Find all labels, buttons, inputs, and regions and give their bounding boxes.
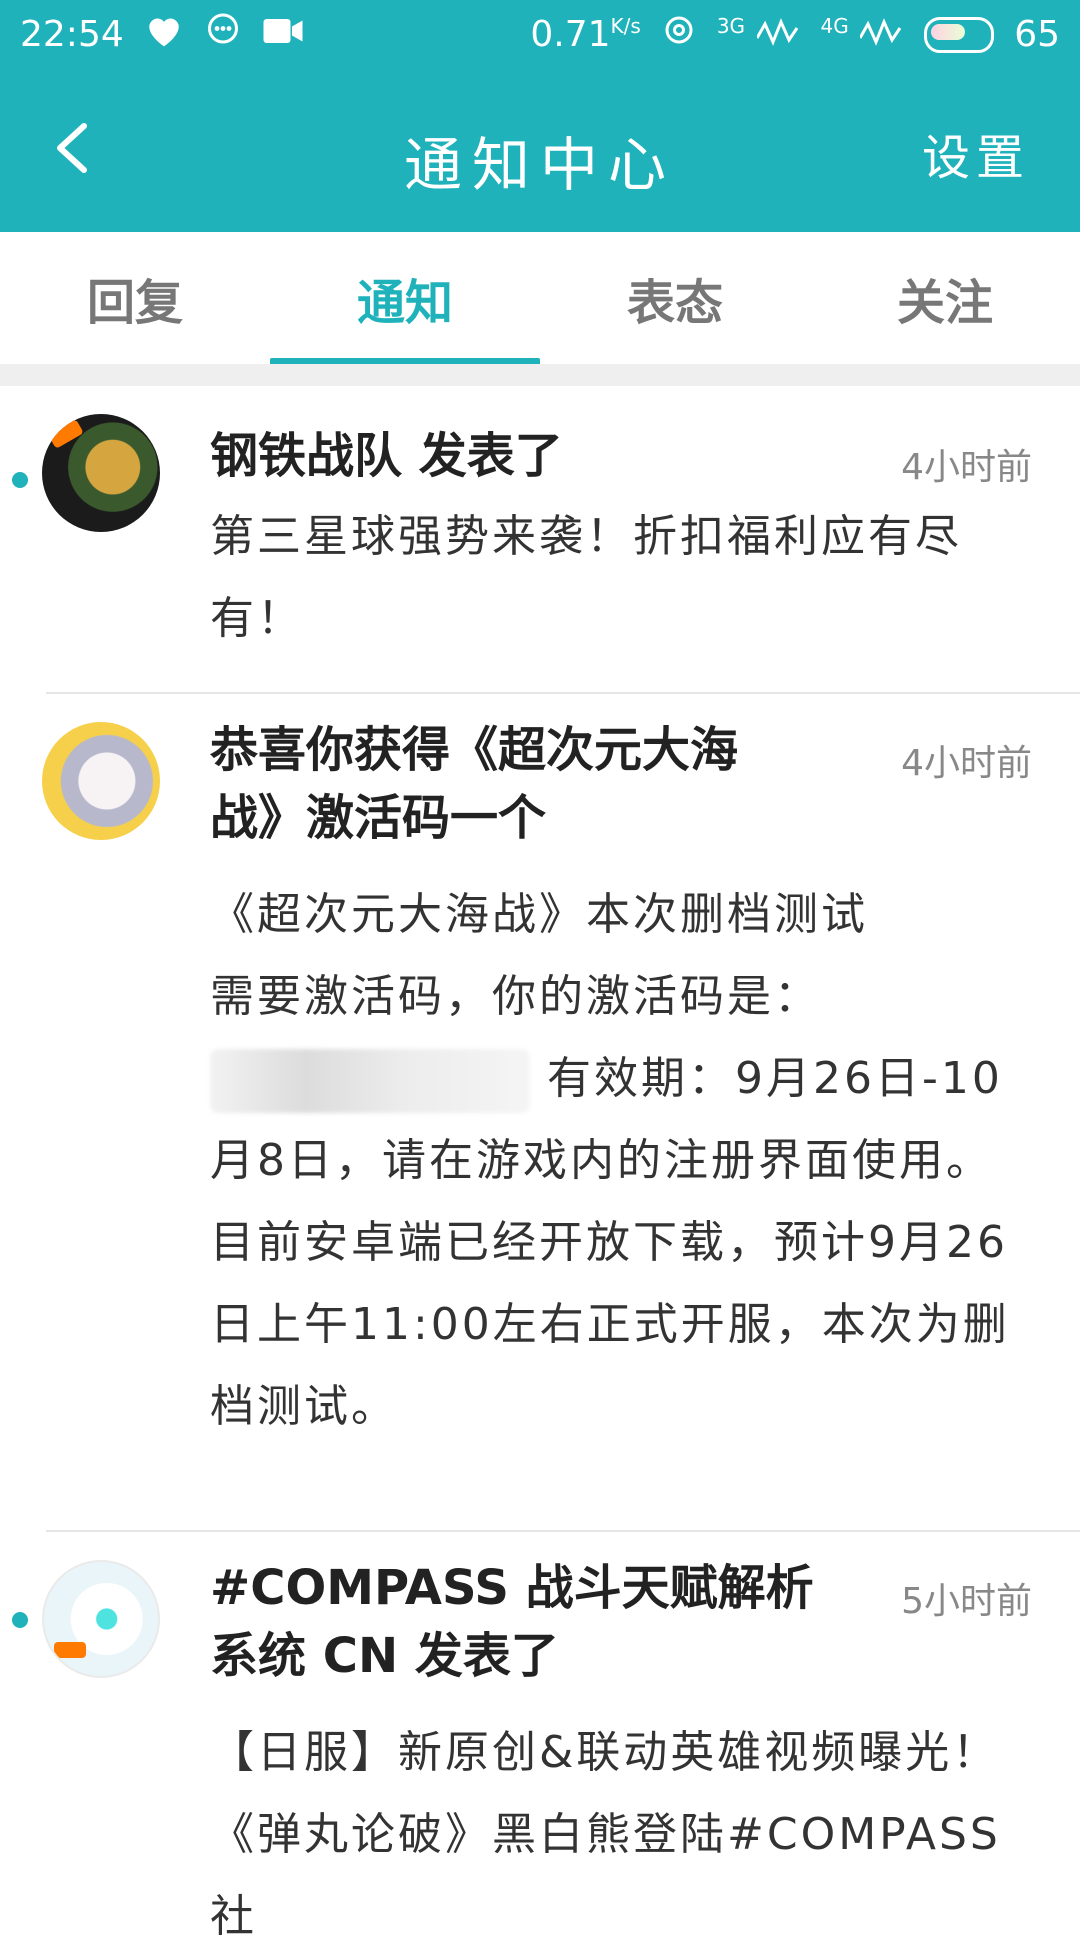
heart-icon (144, 12, 184, 57)
redacted-code (210, 1049, 530, 1113)
notification-item[interactable]: 4小时前 恭喜你获得《超次元大海战》激活码一个 《超次元大海战》本次删档测试 需… (0, 694, 1080, 1530)
tab-bar: 回复 通知 表态 关注 (0, 232, 1080, 366)
tab-divider (0, 364, 1080, 386)
tab-notice[interactable]: 通知 (270, 232, 540, 366)
network-speed: 0.71K/s (530, 14, 640, 55)
body-line: 有效期：9月26日-10月8日，请在游戏内的注册界面使用。 (210, 1038, 1040, 1202)
timestamp: 4小时前 (901, 447, 1032, 488)
signal-wave-icon-2 (858, 18, 902, 46)
unread-dot (12, 1612, 28, 1628)
signal-wave-icon (755, 18, 798, 46)
badge-icon (48, 419, 84, 449)
speed-value: 0.71 (530, 14, 611, 55)
settings-button[interactable]: 设置 (922, 118, 1030, 188)
avatar[interactable] (42, 1560, 160, 1678)
status-left: 22:54 (20, 12, 304, 57)
avatar[interactable] (42, 414, 160, 532)
body-line: 目前安卓端已经开放下载，预计9月26日上午11:00左右正式开服，本次为删档测试… (210, 1217, 1010, 1432)
signal-4g: 4G (821, 14, 905, 55)
unread-dot (12, 472, 28, 488)
signal-3g: 3G (717, 14, 801, 55)
timestamp: 5小时前 (901, 1581, 1032, 1622)
tab-reaction[interactable]: 表态 (540, 232, 810, 364)
notification-body: 《超次元大海战》本次删档测试 需要激活码，你的激活码是： 有效期：9月26日-1… (210, 852, 1040, 1448)
battery-icon (924, 16, 995, 53)
timestamp: 4小时前 (901, 743, 1032, 784)
notification-item[interactable]: 5小时前 #COMPASS 战斗天赋解析系统 CN 发表了 【日服】新原创&联动… (0, 1532, 1080, 1952)
notification-body: 【日服】新原创&联动英雄视频曝光！《弹丸论破》黑白熊登陆#COMPASS社 (210, 1727, 1001, 1942)
notification-item[interactable]: 4小时前 钢铁战队 发表了 第三星球强势来袭！折扣福利应有尽有！ (0, 386, 1080, 692)
battery-level: 65 (1014, 14, 1060, 55)
signal-3g-label: 3G (716, 14, 746, 38)
status-time: 22:54 (20, 14, 124, 55)
chat-bubble-icon (204, 12, 242, 57)
notification-list: 4小时前 钢铁战队 发表了 第三星球强势来袭！折扣福利应有尽有！ 4小时前 恭喜… (0, 386, 1080, 1952)
body-line: 《超次元大海战》本次删档测试 (210, 889, 868, 940)
page-title: 通知中心 (403, 131, 676, 199)
notification-title: #COMPASS 战斗天赋解析系统 CN 发表了 (210, 1560, 814, 1684)
notification-title: 恭喜你获得《超次元大海战》激活码一个 (210, 722, 739, 846)
app-bar: 通知中心 设置 (0, 70, 1080, 232)
signal-4g-label: 4G (820, 14, 849, 38)
status-right: 0.71K/s 3G 4G 65 (530, 12, 1060, 57)
tab-follow[interactable]: 关注 (810, 232, 1080, 364)
speed-unit: K/s (610, 14, 641, 38)
badge-icon (54, 1642, 86, 1658)
avatar[interactable] (42, 722, 160, 840)
notification-title: 钢铁战队 发表了 (210, 428, 563, 484)
status-bar: 22:54 0.71K/s 3G 4G 65 (0, 0, 1080, 70)
tab-reply[interactable]: 回复 (0, 232, 270, 364)
settings-gear-icon (661, 12, 697, 57)
body-line: 需要激活码，你的激活码是： (210, 971, 821, 1022)
notification-body: 第三星球强势来袭！折扣福利应有尽有！ (210, 511, 962, 644)
video-camera-icon (262, 14, 304, 55)
